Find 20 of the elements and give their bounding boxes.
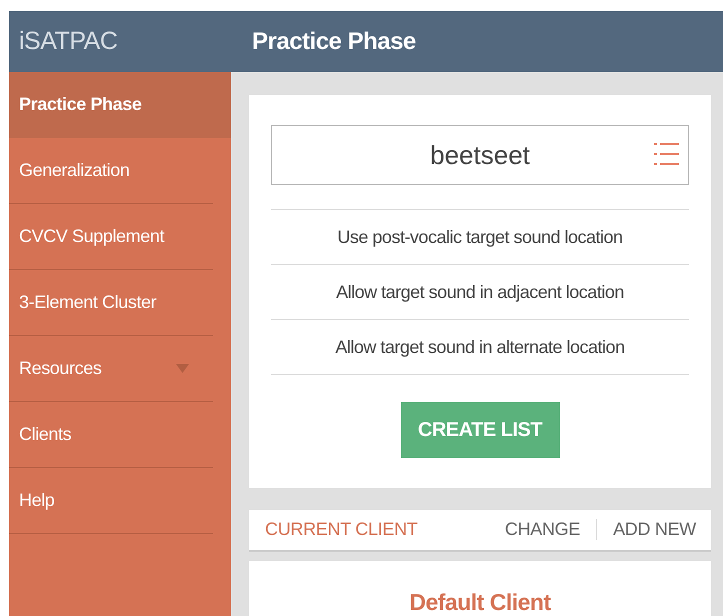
caret-icon	[176, 364, 189, 373]
section-title: CURRENT CLIENT	[265, 519, 418, 540]
word-field[interactable]: beetseet	[271, 125, 689, 185]
sidebar-item[interactable]: Practice Phase	[9, 72, 231, 138]
action-link[interactable]: CHANGE	[488, 519, 580, 540]
option-item[interactable]: Allow target sound in alternate location	[335, 336, 625, 358]
sidebar-item[interactable]: Resources	[9, 336, 213, 402]
list-icon[interactable]	[654, 143, 679, 165]
option-item[interactable]: Allow target sound in adjacent location	[336, 282, 624, 302]
create-list-button[interactable]: CREATE LIST	[400, 402, 560, 458]
action-link[interactable]: ADD NEW	[596, 519, 696, 540]
option-item[interactable]: Use post-vocalic target sound location	[337, 226, 623, 248]
app-name: iSATPAC	[18, 27, 118, 56]
sidebar-item[interactable]: Generalization	[9, 138, 213, 204]
sidebar-item[interactable]: Help	[9, 468, 213, 534]
sidebar-item[interactable]: CVCV Supplement	[9, 204, 213, 270]
sidebar-item[interactable]: 3-Element Cluster	[9, 270, 213, 336]
sidebar-item[interactable]: Clients	[9, 402, 213, 468]
client-name: Default Client	[409, 588, 551, 615]
page-title: Practice Phase	[251, 28, 416, 56]
